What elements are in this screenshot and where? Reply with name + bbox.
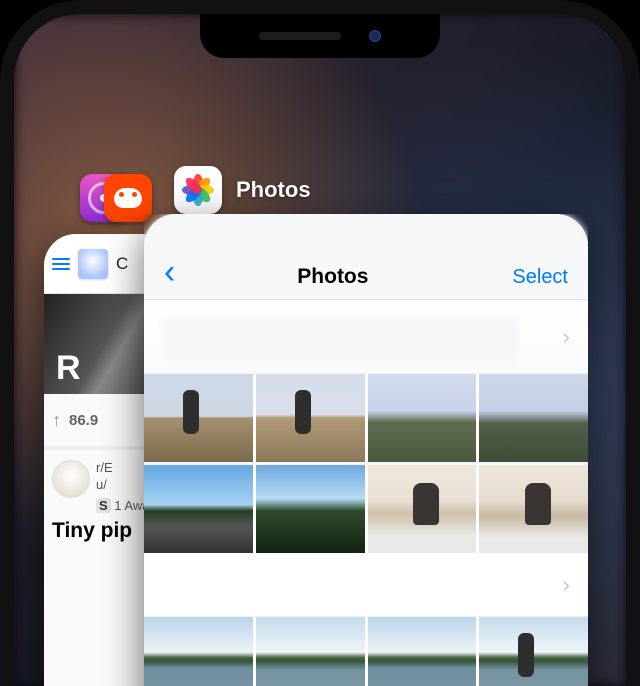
photo-thumbnail[interactable] [256, 617, 365, 686]
section-title-redacted [162, 316, 520, 363]
photos-app-label: Photos [236, 177, 311, 203]
photo-thumbnail[interactable] [256, 465, 365, 553]
photos-flower-icon [180, 172, 216, 208]
front-camera [369, 30, 381, 42]
photo-thumbnail[interactable] [479, 374, 588, 462]
back-button[interactable]: ‹ [164, 255, 175, 289]
chevron-right-icon: › [563, 572, 570, 598]
photo-thumbnail[interactable] [479, 465, 588, 553]
photos-navbar: ‹ Photos Select [144, 214, 588, 300]
photo-thumbnail[interactable] [479, 617, 588, 686]
screen: C R 86.9 r/E u/ S 1 Awar Tiny pip [14, 14, 626, 686]
photo-thumbnail[interactable] [368, 374, 477, 462]
reddit-face [114, 188, 142, 208]
phone-frame: C R 86.9 r/E u/ S 1 Awar Tiny pip [0, 0, 640, 686]
photo-thumbnail[interactable] [368, 465, 477, 553]
photos-section-header[interactable]: › [144, 553, 588, 617]
photos-section-header[interactable]: › [144, 300, 588, 374]
select-button[interactable]: Select [512, 266, 568, 289]
bgapp-avatar [52, 460, 90, 498]
photo-thumbnail[interactable] [144, 374, 253, 462]
chevron-right-icon: › [563, 324, 570, 350]
menu-icon[interactable] [52, 258, 70, 270]
app-switcher-card-photos[interactable]: ‹ Photos Select › › [144, 214, 588, 686]
photo-thumbnail[interactable] [144, 617, 253, 686]
photo-thumbnail[interactable] [144, 465, 253, 553]
bgapp-search-letter: C [116, 254, 128, 274]
bgapp-vote-count: 86.9 [69, 412, 98, 429]
notch [200, 14, 440, 58]
page-title: Photos [175, 265, 512, 289]
photo-row [144, 617, 588, 686]
photos-app-icon [174, 166, 222, 214]
bgapp-hero-text: R [56, 349, 82, 388]
bgapp-icon [78, 249, 108, 279]
award-badge-icon: S [96, 498, 111, 513]
photo-row [144, 465, 588, 553]
photo-thumbnail[interactable] [368, 617, 477, 686]
photo-thumbnail[interactable] [256, 374, 365, 462]
photo-row [144, 374, 588, 462]
speaker-grille [259, 32, 341, 40]
